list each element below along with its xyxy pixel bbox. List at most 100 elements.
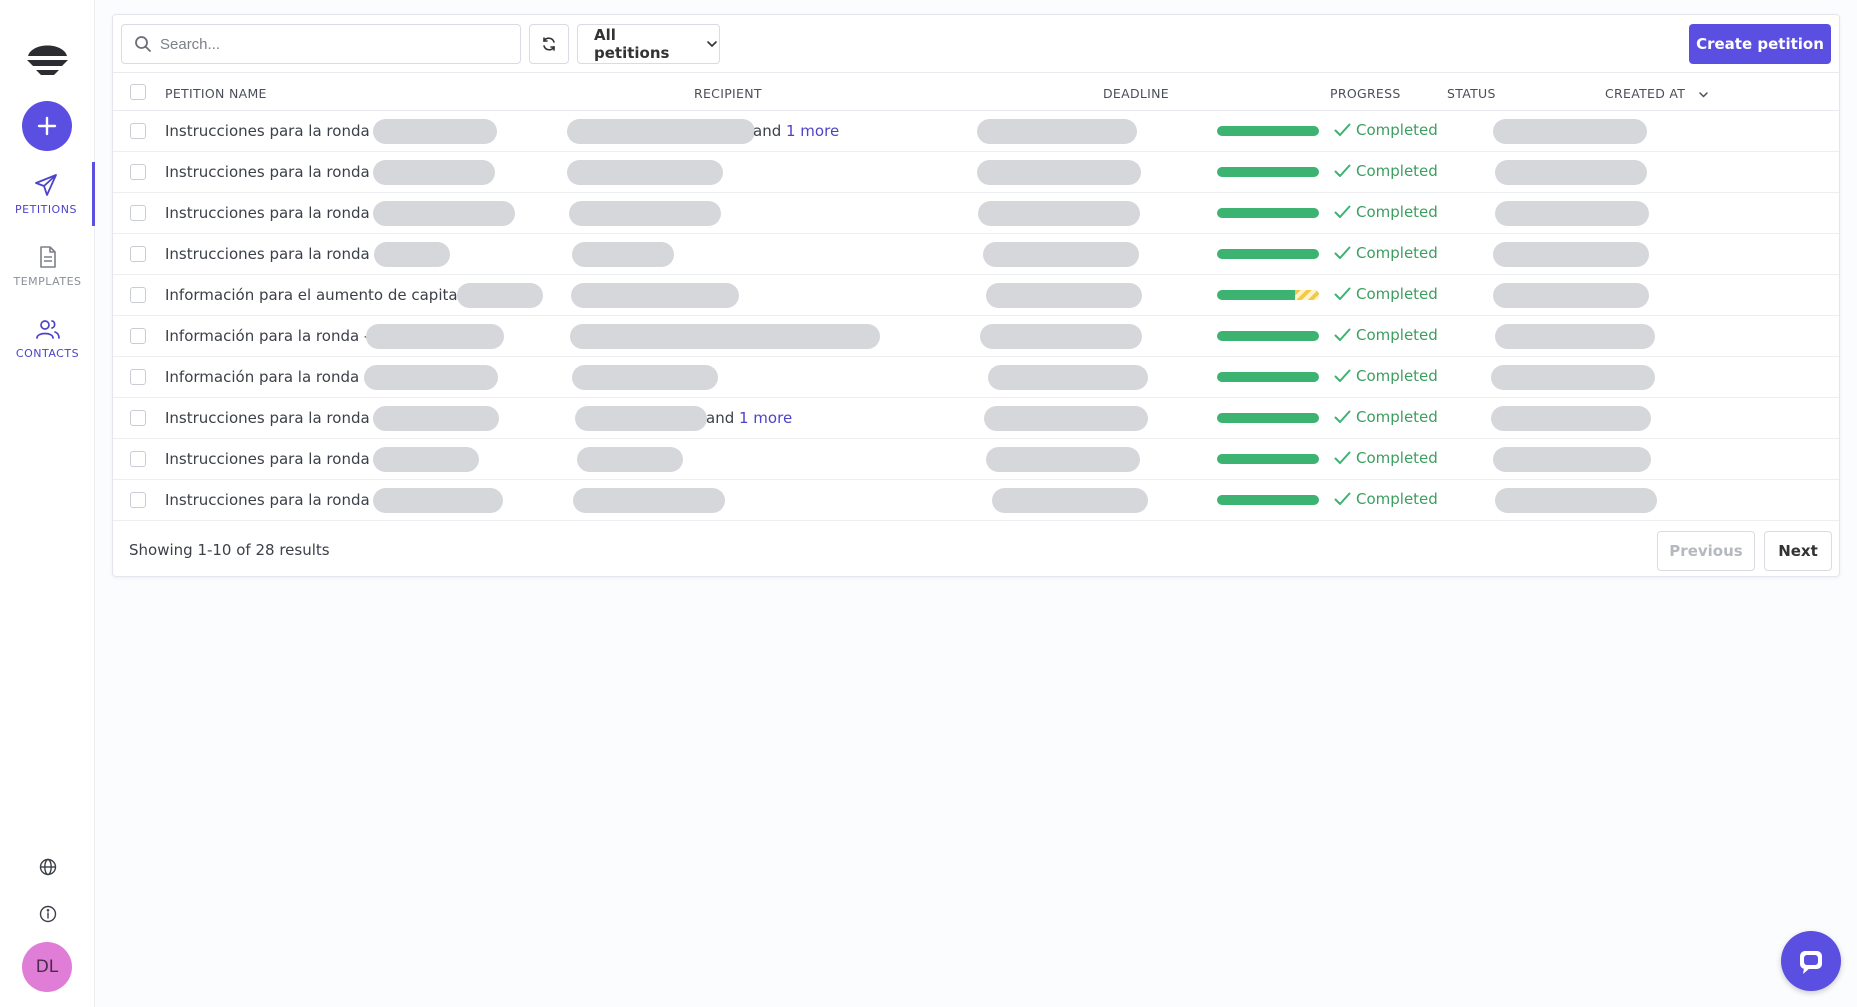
recipient-more: and 1 more bbox=[706, 409, 792, 427]
language-globe-icon[interactable] bbox=[37, 856, 59, 878]
row-checkbox[interactable] bbox=[130, 164, 146, 180]
progress-bar bbox=[1217, 167, 1319, 177]
redacted-created-at bbox=[1495, 324, 1655, 349]
redacted-deadline bbox=[984, 406, 1148, 431]
redacted-recipient bbox=[567, 160, 723, 185]
avatar-initials: DL bbox=[35, 957, 59, 977]
more-recipients-link[interactable]: 1 more bbox=[739, 409, 792, 427]
table-row[interactable]: Información para la ronda - Completed bbox=[113, 316, 1839, 357]
nav-templates[interactable]: TEMPLATES bbox=[0, 234, 95, 298]
redacted-created-at bbox=[1493, 119, 1647, 144]
header-petition-name[interactable]: PETITION NAME bbox=[165, 86, 267, 101]
redacted-petition-suffix bbox=[364, 365, 498, 390]
row-checkbox[interactable] bbox=[130, 410, 146, 426]
search-input[interactable] bbox=[160, 35, 500, 53]
redacted-petition-suffix bbox=[373, 488, 503, 513]
check-icon bbox=[1334, 492, 1351, 505]
redacted-deadline bbox=[992, 488, 1148, 513]
petitions-card: All petitions Create petition PETITION N… bbox=[112, 14, 1840, 577]
redacted-deadline bbox=[986, 283, 1142, 308]
header-created-at-label: CREATED AT bbox=[1605, 86, 1686, 101]
user-avatar[interactable]: DL bbox=[22, 942, 72, 992]
recipient-more: and 1 more bbox=[753, 122, 839, 140]
table-row[interactable]: Instrucciones para la ronda - Completed bbox=[113, 193, 1839, 234]
status-label: Completed bbox=[1356, 490, 1438, 508]
refresh-icon bbox=[543, 37, 555, 51]
info-icon[interactable] bbox=[37, 903, 59, 925]
redacted-petition-suffix bbox=[373, 406, 499, 431]
create-petition-button[interactable]: Create petition bbox=[1689, 24, 1831, 64]
check-icon bbox=[1334, 164, 1351, 177]
table-row[interactable]: Información para la ronda - Completed bbox=[113, 357, 1839, 398]
check-icon bbox=[1334, 287, 1351, 300]
redacted-recipient bbox=[572, 365, 718, 390]
petition-filter-dropdown[interactable]: All petitions bbox=[577, 24, 720, 64]
redacted-deadline bbox=[983, 242, 1139, 267]
petition-name: Instrucciones para la ronda - bbox=[165, 245, 380, 263]
table-row[interactable]: Instrucciones para la ronda - Completed bbox=[113, 234, 1839, 275]
table-row[interactable]: Instrucciones para la ronda - and 1 more C… bbox=[113, 398, 1839, 439]
redacted-deadline bbox=[986, 447, 1140, 472]
row-checkbox[interactable] bbox=[130, 451, 146, 467]
select-all-checkbox[interactable] bbox=[130, 84, 146, 100]
redacted-recipient bbox=[572, 242, 674, 267]
status-label: Completed bbox=[1356, 326, 1438, 344]
row-checkbox[interactable] bbox=[130, 246, 146, 262]
check-icon bbox=[1334, 410, 1351, 423]
header-deadline[interactable]: DEADLINE bbox=[1103, 86, 1169, 101]
pagination-footer: Showing 1-10 of 28 results Previous Next bbox=[113, 522, 1839, 578]
status-badge: Completed bbox=[1334, 285, 1438, 303]
progress-pending-segment bbox=[1294, 290, 1319, 300]
progress-bar bbox=[1217, 290, 1319, 300]
header-status[interactable]: STATUS bbox=[1447, 86, 1496, 101]
redacted-petition-suffix bbox=[373, 119, 497, 144]
support-chat-button[interactable] bbox=[1781, 931, 1841, 991]
app-logo-icon[interactable] bbox=[24, 34, 71, 80]
redacted-petition-suffix bbox=[457, 283, 543, 308]
progress-bar bbox=[1217, 495, 1319, 505]
status-badge: Completed bbox=[1334, 367, 1438, 385]
table-row[interactable]: Instrucciones para la ronda - Completed bbox=[113, 439, 1839, 480]
search-box[interactable] bbox=[121, 24, 521, 64]
petition-name: Instrucciones para la ronda - bbox=[165, 163, 380, 181]
row-checkbox[interactable] bbox=[130, 369, 146, 385]
recipient-and-label: and bbox=[706, 409, 739, 427]
more-recipients-link[interactable]: 1 more bbox=[786, 122, 839, 140]
row-checkbox[interactable] bbox=[130, 328, 146, 344]
users-icon bbox=[35, 319, 60, 339]
table-row[interactable]: Información para el aumento de capital -… bbox=[113, 275, 1839, 316]
status-label: Completed bbox=[1356, 244, 1438, 262]
header-recipient[interactable]: RECIPIENT bbox=[694, 86, 762, 101]
refresh-button[interactable] bbox=[529, 24, 569, 64]
header-progress[interactable]: PROGRESS bbox=[1330, 86, 1401, 101]
previous-page-button[interactable]: Previous bbox=[1657, 531, 1755, 571]
check-icon bbox=[1334, 451, 1351, 464]
redacted-recipient bbox=[577, 447, 683, 472]
status-badge: Completed bbox=[1334, 244, 1438, 262]
recipient-and-label: and bbox=[753, 122, 786, 140]
progress-bar bbox=[1217, 249, 1319, 259]
nav-petitions[interactable]: PETITIONS bbox=[0, 162, 95, 226]
search-icon bbox=[134, 35, 152, 53]
redacted-recipient bbox=[575, 406, 707, 431]
petition-name: Información para el aumento de capital - bbox=[165, 286, 472, 304]
table-row[interactable]: Instrucciones para la ronda - and 1 more C… bbox=[113, 111, 1839, 152]
new-petition-button[interactable] bbox=[22, 101, 72, 151]
header-created-at[interactable]: CREATED AT bbox=[1605, 86, 1709, 101]
redacted-petition-suffix bbox=[373, 201, 515, 226]
row-checkbox[interactable] bbox=[130, 123, 146, 139]
row-checkbox[interactable] bbox=[130, 205, 146, 221]
row-checkbox[interactable] bbox=[130, 492, 146, 508]
nav-contacts[interactable]: CONTACTS bbox=[0, 306, 95, 370]
status-badge: Completed bbox=[1334, 490, 1438, 508]
plus-icon bbox=[37, 116, 57, 136]
redacted-created-at bbox=[1493, 447, 1651, 472]
row-checkbox[interactable] bbox=[130, 287, 146, 303]
status-badge: Completed bbox=[1334, 326, 1438, 344]
table-row[interactable]: Instrucciones para la ronda - Completed bbox=[113, 480, 1839, 521]
table-header: PETITION NAME RECIPIENT DEADLINE PROGRES… bbox=[113, 73, 1839, 111]
redacted-deadline bbox=[978, 201, 1140, 226]
status-label: Completed bbox=[1356, 449, 1438, 467]
next-page-button[interactable]: Next bbox=[1764, 531, 1832, 571]
table-row[interactable]: Instrucciones para la ronda - Completed bbox=[113, 152, 1839, 193]
